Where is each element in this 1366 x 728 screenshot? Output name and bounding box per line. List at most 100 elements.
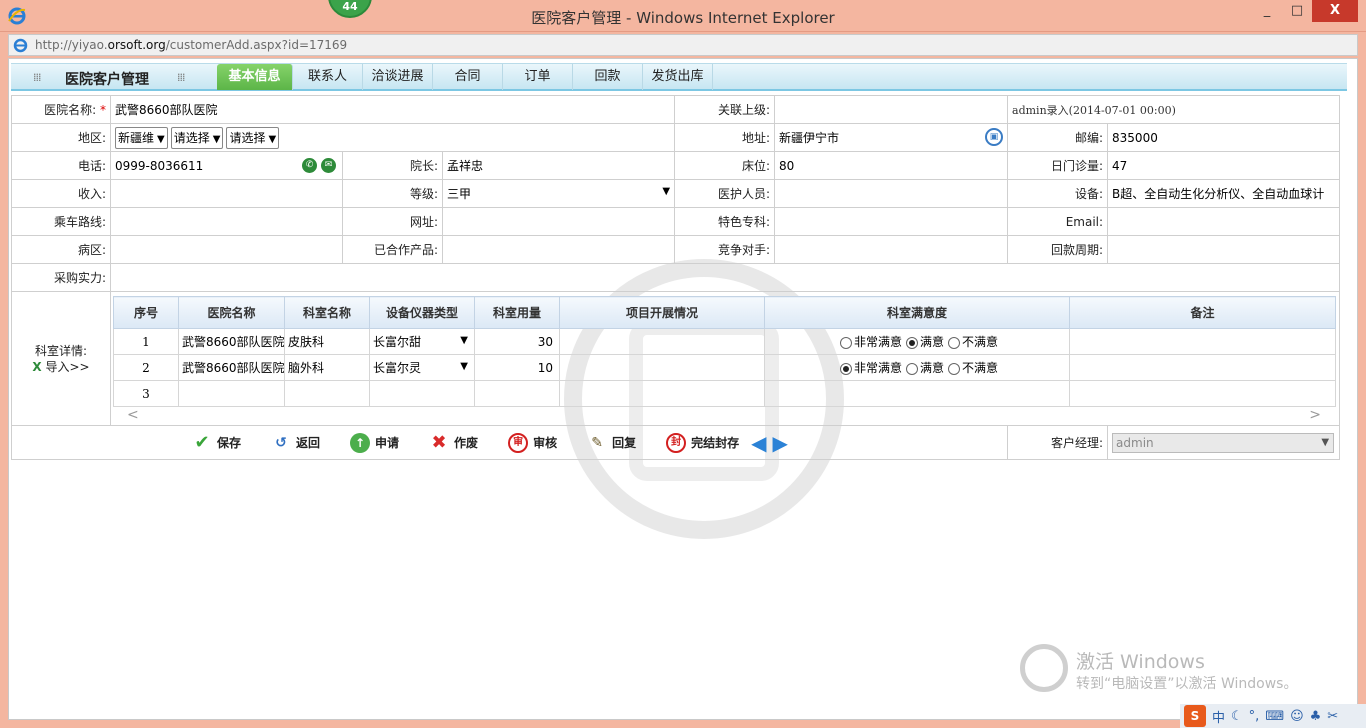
wrench-icon[interactable]: ✂ <box>1327 709 1338 724</box>
horizontal-scrollbar[interactable]: < > <box>113 407 1335 425</box>
url-field[interactable]: http://yiyao.orsoft.org/customerAdd.aspx… <box>8 34 1358 56</box>
save-button[interactable]: ✔ 保存 <box>192 432 241 453</box>
email-field[interactable] <box>1107 207 1341 236</box>
sms-icon[interactable]: ✉ <box>321 158 336 173</box>
dept-detail-label: 科室详情: <box>34 343 88 358</box>
punctuation-icon[interactable]: °, <box>1249 709 1260 724</box>
key-icon <box>1020 644 1068 692</box>
dept-name-cell[interactable]: 皮肤科 <box>284 328 370 355</box>
satisfaction-cell: 非常满意 满意 不满意 <box>764 354 1070 381</box>
apply-button[interactable]: ↑ 申请 <box>350 432 399 453</box>
region-city-select[interactable]: 请选择 ▼ <box>170 126 224 149</box>
hospital-name-cell[interactable]: 武警8660部队医院 <box>178 354 285 381</box>
email-label: Email: <box>1007 207 1109 236</box>
grid-header-2: 科室名称 <box>284 296 370 329</box>
specialty-field[interactable] <box>774 207 1009 236</box>
income-field[interactable] <box>110 179 343 208</box>
products-field[interactable] <box>441 235 676 264</box>
grid-header-5: 项目开展情况 <box>559 296 765 329</box>
phone-field[interactable]: 0999-8036611 ✆ ✉ <box>110 151 343 180</box>
tab-6[interactable]: 发货出库 <box>643 64 713 90</box>
moon-icon[interactable]: ☾ <box>1231 709 1243 724</box>
device-type-select[interactable]: 长富尔甜 ▼ <box>369 328 475 355</box>
user-icon[interactable]: ☺ <box>1290 709 1304 724</box>
back-label: 返回 <box>296 436 321 450</box>
dept-usage-cell[interactable]: 30 <box>474 328 560 355</box>
satisfaction-radio[interactable] <box>839 362 852 375</box>
void-button[interactable]: ✖ 作废 <box>429 431 479 453</box>
dept-usage-cell[interactable]: 10 <box>474 354 560 381</box>
region-province-select[interactable]: 新疆维 ▼ <box>115 126 168 149</box>
purchase-power-field[interactable] <box>109 263 1341 292</box>
project-progress-cell[interactable] <box>559 380 765 407</box>
scroll-right-icon[interactable]: > <box>1309 407 1321 423</box>
note-cell[interactable] <box>1069 354 1336 381</box>
satisfaction-radio[interactable] <box>905 362 918 375</box>
shirt-icon[interactable]: ♣ <box>1310 709 1322 724</box>
ime-language[interactable]: 中 <box>1212 707 1225 726</box>
hospital-name-cell[interactable] <box>178 380 285 407</box>
satisfaction-radio[interactable] <box>839 336 852 349</box>
parent-field[interactable] <box>774 95 1009 124</box>
address-bar: http://yiyao.orsoft.org/customerAdd.aspx… <box>0 32 1366 58</box>
cross-icon: ✖ <box>431 431 447 453</box>
tab-5[interactable]: 回款 <box>573 64 643 90</box>
ime-logo-icon[interactable]: S <box>1184 705 1206 727</box>
zip-field[interactable]: 835000 <box>1107 123 1341 152</box>
address-field[interactable]: 新疆伊宁市 ▣ <box>774 123 1009 152</box>
region-district-select[interactable]: 请选择 ▼ <box>226 126 280 149</box>
tab-4[interactable]: 订单 <box>503 64 573 90</box>
chevron-down-icon: ▼ <box>662 186 671 197</box>
hospital-name-cell[interactable]: 武警8660部队医院 <box>178 328 285 355</box>
beds-field[interactable]: 80 <box>774 151 1009 180</box>
payback-field[interactable] <box>1107 235 1341 264</box>
back-button[interactable]: ↺ 返回 <box>271 433 320 453</box>
next-arrow-icon[interactable]: ▶ <box>773 431 788 455</box>
seal-button[interactable]: 封完结封存 <box>666 432 739 453</box>
project-progress-cell[interactable] <box>559 328 765 355</box>
project-progress-cell[interactable] <box>559 354 765 381</box>
keyboard-icon[interactable]: ⌨ <box>1265 709 1284 724</box>
close-button[interactable]: X <box>1312 0 1358 22</box>
dept-name-cell[interactable] <box>284 380 370 407</box>
daily-visits-field[interactable]: 47 <box>1107 151 1341 180</box>
manager-select[interactable]: admin ▼ <box>1112 432 1335 453</box>
route-field[interactable] <box>110 207 343 236</box>
minimize-button[interactable]: _ <box>1252 0 1282 22</box>
tab-3[interactable]: 合同 <box>433 64 503 90</box>
reply-button[interactable]: ✎ 回复 <box>587 433 636 453</box>
maximize-button[interactable]: □ <box>1282 0 1312 22</box>
hospital-name-field[interactable]: 武警8660部队医院 <box>109 95 676 124</box>
device-type-select[interactable] <box>369 380 475 407</box>
satisfaction-radio[interactable] <box>948 336 960 349</box>
ward-field[interactable] <box>110 235 343 264</box>
director-field[interactable]: 孟祥忠 <box>441 151 676 180</box>
dept-usage-cell[interactable] <box>474 380 560 407</box>
daily-visits-label: 日门诊量: <box>1007 151 1109 180</box>
website-field[interactable] <box>441 207 676 236</box>
row-number: 3 <box>113 380 179 407</box>
competitor-field[interactable] <box>774 235 1009 264</box>
note-cell[interactable] <box>1069 380 1336 407</box>
medical-staff-field[interactable] <box>774 179 1009 208</box>
tab-list: 基本信息 联系人 洽谈进展 合同 订单 回款 发货出库 <box>217 64 713 90</box>
tab-2[interactable]: 洽谈进展 <box>363 64 433 90</box>
scroll-left-icon[interactable]: < <box>127 407 139 423</box>
app-title: 医院客户管理 <box>65 72 149 88</box>
dept-name-cell[interactable]: 脑外科 <box>284 354 370 381</box>
review-button[interactable]: 审审核 <box>508 432 557 453</box>
device-type-select[interactable]: 长富尔灵 ▼ <box>369 354 475 381</box>
equipment-field[interactable]: B超、全自动生化分析仪、全自动血球计 <box>1107 179 1341 208</box>
tab-0[interactable]: 基本信息 <box>217 64 293 90</box>
satisfaction-radio[interactable] <box>948 362 960 375</box>
call-icon[interactable]: ✆ <box>302 158 318 173</box>
note-cell[interactable] <box>1069 328 1336 355</box>
bus-route-icon[interactable]: ▣ <box>985 128 1004 146</box>
tab-1[interactable]: 联系人 <box>293 64 363 90</box>
previous-arrow-icon[interactable]: ◀ <box>751 431 766 455</box>
grade-value: 三甲 <box>447 187 472 201</box>
region-district-value: 请选择 <box>229 130 266 145</box>
satisfaction-radio[interactable] <box>905 336 918 349</box>
import-link[interactable]: X 导入>> <box>16 359 106 375</box>
grade-select[interactable]: 三甲 ▼ <box>441 179 676 208</box>
